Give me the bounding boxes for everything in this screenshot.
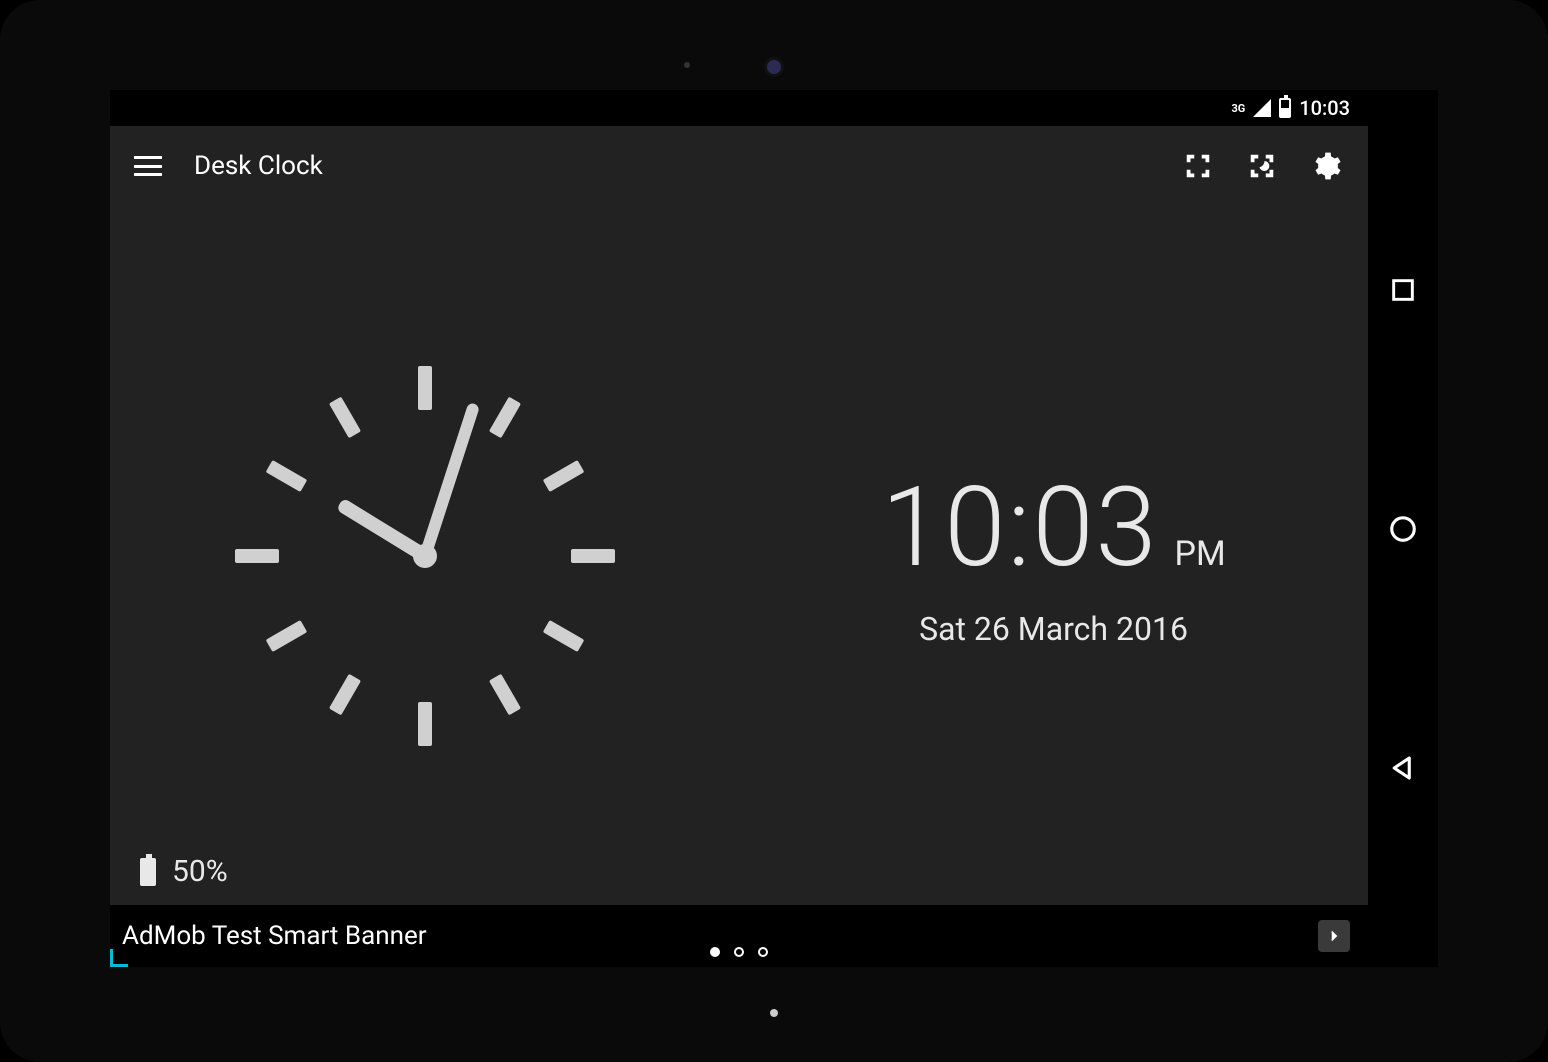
ad-marker-icon <box>110 949 128 967</box>
chevron-right-icon <box>1325 927 1343 945</box>
minute-hand <box>419 401 480 557</box>
battery-percent: 50% <box>172 854 228 889</box>
clock-tick <box>265 459 307 491</box>
circle-icon <box>1388 514 1418 544</box>
digital-clock-panel: 10:03 PM Sat 26 March 2016 <box>739 206 1368 905</box>
clock-tick <box>488 396 520 438</box>
night-fullscreen-icon <box>1247 151 1277 181</box>
sensor-dot <box>684 62 690 68</box>
settings-button[interactable] <box>1308 148 1344 184</box>
square-icon <box>1389 276 1417 304</box>
network-label: 3G <box>1231 102 1245 115</box>
ad-next-button[interactable] <box>1318 920 1350 952</box>
digital-time-value: 10:03 <box>881 463 1158 592</box>
fullscreen-icon <box>1183 151 1213 181</box>
clock-tick <box>235 549 279 563</box>
ad-banner[interactable]: AdMob Test Smart Banner <box>110 905 1368 967</box>
app-title: Desk Clock <box>194 151 1152 181</box>
clock-tick <box>328 673 360 715</box>
clock-center <box>413 544 437 568</box>
signal-icon <box>1253 99 1271 117</box>
clock-tick <box>418 366 432 410</box>
battery-charging-icon <box>140 858 156 886</box>
analog-clock-panel <box>110 206 739 905</box>
ad-page-dot[interactable] <box>758 947 768 957</box>
system-nav-bar <box>1368 90 1438 967</box>
ad-page-dot[interactable] <box>734 947 744 957</box>
digital-ampm: PM <box>1175 534 1226 574</box>
status-time: 10:03 <box>1299 96 1350 120</box>
ad-text: AdMob Test Smart Banner <box>122 921 427 951</box>
back-button[interactable] <box>1383 748 1423 788</box>
recent-apps-button[interactable] <box>1383 270 1423 310</box>
fullscreen-button[interactable] <box>1180 148 1216 184</box>
content-area: 3G 10:03 Desk Clock <box>110 90 1368 967</box>
clock-tick <box>542 619 584 651</box>
camera-icon <box>767 60 781 74</box>
home-button[interactable] <box>1383 509 1423 549</box>
battery-indicator: 50% <box>140 854 228 889</box>
ad-page-dot[interactable] <box>710 947 720 957</box>
battery-icon <box>1279 98 1291 118</box>
clock-tick <box>488 673 520 715</box>
main-content: 10:03 PM Sat 26 March 2016 50% <box>110 206 1368 905</box>
night-mode-button[interactable] <box>1244 148 1280 184</box>
tablet-frame: 3G 10:03 Desk Clock <box>0 0 1548 1062</box>
ad-pagination <box>710 947 768 957</box>
home-indicator <box>770 1009 778 1017</box>
clock-tick <box>571 549 615 563</box>
clock-tick <box>542 459 584 491</box>
digital-time: 10:03 PM <box>881 463 1225 592</box>
menu-icon[interactable] <box>134 156 162 176</box>
digital-date: Sat 26 March 2016 <box>919 610 1188 648</box>
clock-tick <box>328 396 360 438</box>
triangle-back-icon <box>1388 753 1418 783</box>
clock-tick <box>265 619 307 651</box>
status-bar: 3G 10:03 <box>110 90 1368 126</box>
clock-tick <box>418 702 432 746</box>
analog-clock <box>245 376 605 736</box>
app-bar: Desk Clock <box>110 126 1368 206</box>
gear-icon <box>1310 150 1342 182</box>
screen: 3G 10:03 Desk Clock <box>110 90 1438 967</box>
